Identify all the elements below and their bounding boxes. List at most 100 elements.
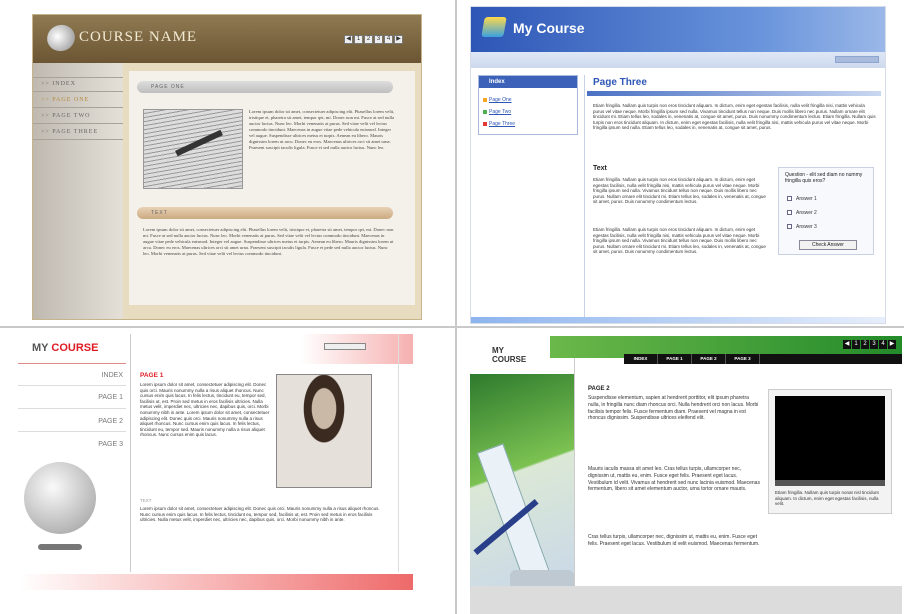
nav-bar: INDEX PAGE 1 PAGE 2 PAGE 3 [624,354,902,364]
logo-my: MY [32,342,49,354]
divider [584,75,585,320]
course-template-blue: My Course Index Page One Page Two Page T… [470,6,886,324]
paragraph-2: Mauris iaculis massa sit amet leo. Cras … [588,466,760,493]
answer-2[interactable]: Answer 2 [787,210,817,216]
divider [33,123,123,124]
pager-3[interactable]: 3 [870,340,878,349]
school-supplies-image [470,374,574,610]
globe-stand [38,544,82,550]
paragraph-2: Etiam fringilla. Nullam quis turpis non … [593,227,766,255]
divider [18,385,126,386]
nav-page-three[interactable]: >> PAGE THREE [41,129,98,135]
nav-page-1[interactable]: PAGE 1 [98,394,123,401]
quadrant-divider-horizontal [0,326,904,328]
quadrant-divider-vertical [455,0,457,614]
header-gradient [130,334,413,364]
answer-3[interactable]: Answer 3 [787,224,817,230]
checkbox[interactable] [787,210,792,216]
video-screen[interactable] [775,396,885,480]
course-title: My Course [513,20,585,36]
text-heading: Text [593,165,607,172]
pager[interactable]: ◀ 1 2 3 4 ▶ [843,340,896,349]
logo: MY COURSE [492,346,527,364]
content-panel: PAGE ONE Lorem ipsum dolor sit amet, con… [129,71,415,305]
body-text-2: Lorem ipsum dolor sit amet, consectetuer… [143,227,394,256]
answer-1[interactable]: Answer 1 [787,196,817,202]
pager-3[interactable]: 3 [374,35,383,44]
pager-2[interactable]: 2 [861,340,869,349]
divider [574,358,575,586]
divider [130,334,131,572]
bullet-icon [483,122,487,126]
pager[interactable] [324,343,366,350]
nav-page-1[interactable]: PAGE 1 [658,354,692,364]
text-label: TEXT [140,498,152,503]
checkbox[interactable] [787,224,792,230]
pager-next[interactable]: ▶ [888,340,896,349]
body-text: Lorem ipsum dolor sit amet, consectetuer… [249,109,395,150]
pager-next[interactable]: ▶ [394,35,403,44]
nav-index[interactable]: INDEX [102,372,123,379]
logo-course: COURSE [51,342,99,354]
nav-page-2[interactable]: PAGE 2 [692,354,726,364]
nav-page-3[interactable]: PAGE 3 [726,354,760,364]
course-template-brown: COURSE NAME ◀ 1 2 3 4 ▶ >> INDEX >> PAGE… [32,14,422,320]
logo: MY COURSE [32,342,98,354]
pager-1[interactable]: 1 [852,340,860,349]
course-template-green: MY COURSE ◀ 1 2 3 4 ▶ INDEX PAGE 1 PAGE … [470,334,902,614]
answer-label: Answer 2 [796,210,817,216]
section-bar-text: TEXT [137,207,393,219]
index-panel: Index Page One Page Two Page Three [478,75,578,135]
woman-photo [276,374,372,488]
question-text: Question - elit sed diam no nummy fringi… [785,172,863,184]
book-photo [143,109,243,189]
ruler-shape [476,443,552,585]
nav-page-3[interactable]: PAGE 3 [98,441,123,448]
footer-bar [471,317,885,323]
body-text-2: Lorem ipsum dolor sit amet, consectetuer… [140,506,380,523]
header: My Course [471,7,885,52]
quiz-box: Question - elit sed diam no nummy fringi… [778,167,874,255]
globe-image [24,462,96,534]
body-text: Lorem ipsum dolor sit amet, consectetuer… [140,382,270,438]
pager-1[interactable]: 1 [354,35,363,44]
header: COURSE NAME ◀ 1 2 3 4 ▶ [33,15,421,63]
pager[interactable]: ◀ 1 2 3 4 ▶ [344,35,403,44]
nav-index[interactable]: >> INDEX [41,81,76,87]
paragraph-3: Cras tellus turpis, ullamcorper nec, dig… [588,534,760,547]
page-title: PAGE 2 [588,386,610,392]
checkbox[interactable] [787,196,792,202]
video-controls[interactable] [775,480,885,486]
index-header: Index [479,76,577,88]
pager[interactable] [835,56,879,63]
bullet-icon [483,110,487,114]
divider [398,334,399,572]
nav-index[interactable]: INDEX [624,354,658,364]
check-answer-button[interactable]: Check Answer [799,240,857,250]
nav-page-one[interactable]: >> PAGE ONE [41,97,89,103]
paragraph-1: Suspendisse elementum, sapien at hendrer… [588,395,759,422]
nav-page-two[interactable]: >> PAGE TWO [41,113,90,119]
page-title: Page Three [593,77,647,88]
index-item-page-three[interactable]: Page Three [489,121,515,127]
pager-4[interactable]: 4 [879,340,887,349]
divider [33,77,123,78]
nav-page-2[interactable]: PAGE 2 [98,418,123,425]
divider [33,107,123,108]
subheader [471,52,885,68]
footer-gradient [18,574,413,590]
section-bar-page-one: PAGE ONE [137,81,393,93]
globe-logo-icon [43,20,79,56]
index-item-page-two[interactable]: Page Two [489,109,511,115]
intro-text: Etiam fringilla. Nullam quis turpis non … [593,103,876,131]
pager-prev[interactable]: ◀ [843,340,851,349]
pager-2[interactable]: 2 [364,35,373,44]
pager-prev[interactable]: ◀ [344,35,353,44]
course-title: COURSE NAME [79,29,198,45]
index-item-page-one[interactable]: Page One [489,97,512,103]
pager-4[interactable]: 4 [384,35,393,44]
answer-label: Answer 3 [796,224,817,230]
books-logo-icon [481,17,507,37]
footer-bar [470,586,902,614]
video-player[interactable]: Etiam fringilla. Nullam quis turpis nona… [768,389,892,514]
